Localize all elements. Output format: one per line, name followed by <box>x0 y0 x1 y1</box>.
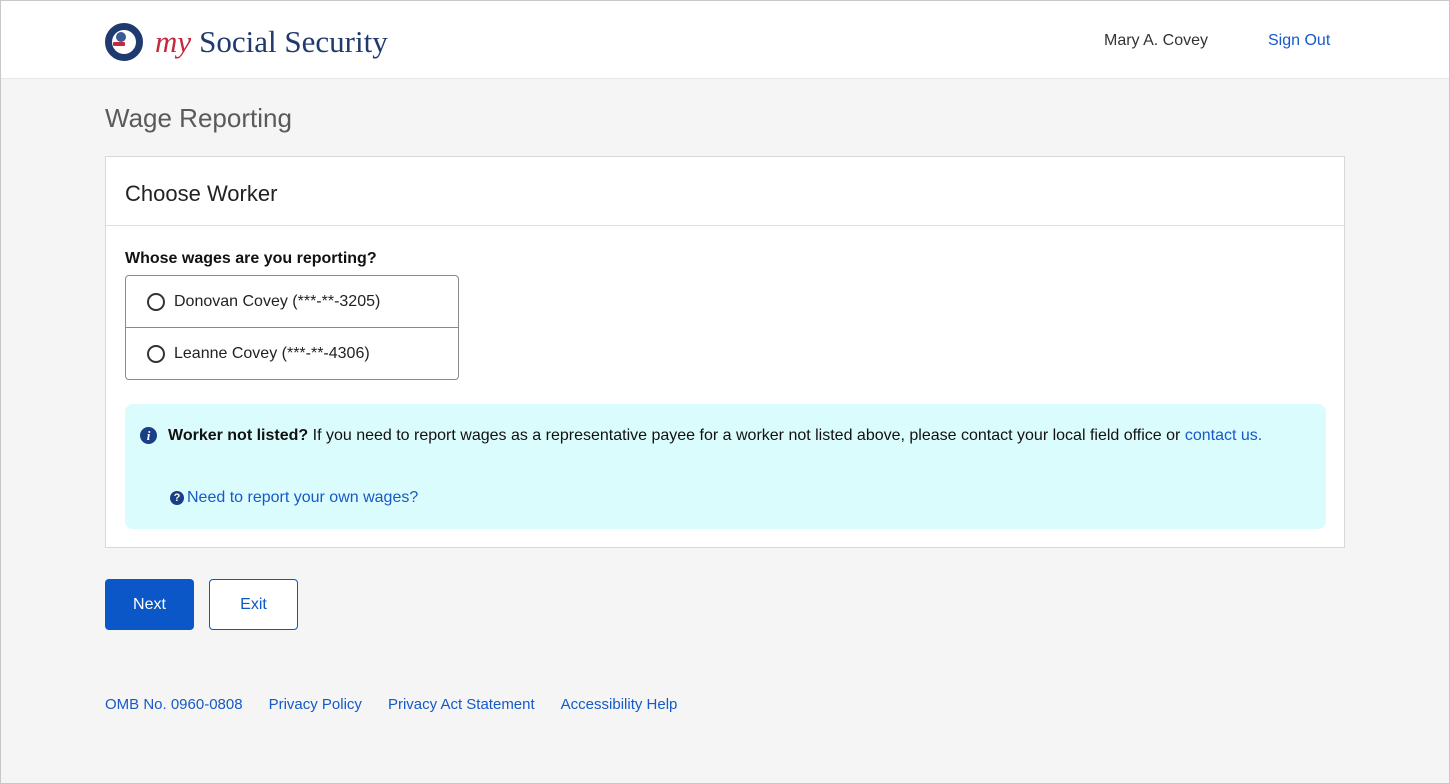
contact-us-link[interactable]: contact us. <box>1185 427 1262 444</box>
page-title: Wage Reporting <box>105 103 292 133</box>
choose-worker-card: Choose Worker Whose wages are you report… <box>105 156 1345 548</box>
ssa-seal-icon <box>105 23 143 61</box>
info-message: Worker not listed? If you need to report… <box>168 427 1298 445</box>
footer-links: OMB No. 0960-0808 Privacy Policy Privacy… <box>105 696 677 713</box>
footer-privacy-policy-link[interactable]: Privacy Policy <box>269 696 362 713</box>
radio-button[interactable] <box>147 292 165 311</box>
card-header: Choose Worker <box>106 157 1344 226</box>
footer-accessibility-link[interactable]: Accessibility Help <box>561 696 678 713</box>
next-button[interactable]: Next <box>105 579 194 630</box>
sign-out-link[interactable]: Sign Out <box>1268 32 1330 50</box>
card-title: Choose Worker <box>125 181 278 206</box>
own-wages-help[interactable]: ? Need to report your own wages? <box>170 489 418 507</box>
brand-wordmark: my Social Security <box>155 22 388 62</box>
info-body: If you need to report wages as a represe… <box>308 427 1185 444</box>
worker-not-listed-alert: i Worker not listed? If you need to repo… <box>125 404 1326 529</box>
seal-eagle <box>116 32 126 42</box>
footer-privacy-act-link[interactable]: Privacy Act Statement <box>388 696 535 713</box>
own-wages-link[interactable]: Need to report your own wages? <box>187 489 418 507</box>
worker-option-donovan[interactable]: Donovan Covey (***-**-3205) <box>126 276 458 327</box>
info-heading: Worker not listed? <box>168 427 309 444</box>
footer-omb-link[interactable]: OMB No. 0960-0808 <box>105 696 243 713</box>
exit-button[interactable]: Exit <box>209 579 298 630</box>
my-social-security-logo[interactable]: my Social Security <box>105 22 388 62</box>
site-header: my Social Security Mary A. Covey Sign Out <box>1 1 1449 79</box>
worker-option-label: Leanne Covey (***-**-4306) <box>174 344 370 362</box>
seal-band <box>113 42 125 46</box>
worker-option-label: Donovan Covey (***-**-3205) <box>174 292 381 310</box>
brand-name: Social Security <box>199 24 388 59</box>
radio-button[interactable] <box>147 344 165 363</box>
worker-option-leanne[interactable]: Leanne Covey (***-**-4306) <box>126 327 458 379</box>
user-name: Mary A. Covey <box>1104 32 1209 49</box>
worker-radio-group: Donovan Covey (***-**-3205) Leanne Covey… <box>125 275 459 380</box>
brand-my: my <box>155 24 192 59</box>
info-circle-icon: i <box>140 427 157 444</box>
worker-question: Whose wages are you reporting? <box>125 250 377 267</box>
question-circle-icon: ? <box>170 491 184 505</box>
